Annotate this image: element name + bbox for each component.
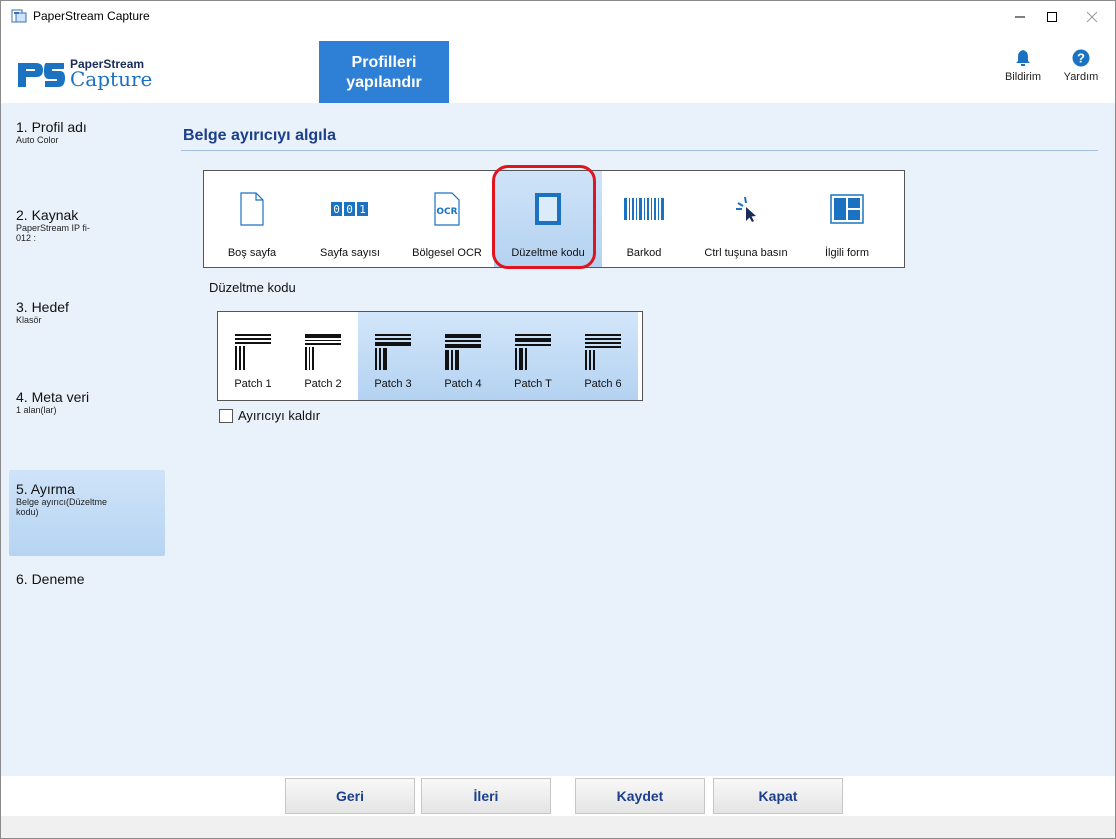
svg-text:OCR: OCR (436, 207, 457, 217)
patch-6-button[interactable]: Patch 6 (568, 312, 638, 400)
patch-label: Patch 4 (444, 378, 482, 390)
sidebar-step-test[interactable]: 6. Deneme (9, 571, 165, 587)
help-button[interactable]: ? Yardım (1055, 49, 1107, 83)
remove-separator-option[interactable]: Ayırıcıyı kaldır (219, 408, 320, 423)
patch-4-button[interactable]: Patch 4 (428, 312, 498, 400)
step-label: 1. Profil adı (16, 119, 87, 135)
separator-page-count-button[interactable]: 0 0 1 Sayfa sayısı (300, 171, 400, 267)
app-header: PaperStream Capture Profilleri yapılandı… (1, 31, 1115, 105)
patch-label: Patch 6 (584, 378, 622, 390)
patch-code-4-icon (445, 334, 481, 370)
separator-zonal-ocr-button[interactable]: OCR Bölgesel OCR (400, 171, 494, 267)
page-count-icon: 0 0 1 (331, 202, 368, 216)
step-label: 5. Ayırma (16, 481, 75, 497)
patch-label: Patch 1 (234, 378, 272, 390)
configure-profiles-button[interactable]: Profilleri yapılandır (319, 41, 449, 105)
step-sub: Belge ayırıcı(Düzeltme (16, 497, 108, 507)
patch-3-button[interactable]: Patch 3 (358, 312, 428, 400)
help-label: Yardım (1063, 71, 1099, 83)
separator-ctrl-key-button[interactable]: Ctrl tuşuna basın (686, 171, 806, 267)
patch-label: Patch 2 (304, 378, 342, 390)
minimize-icon (1015, 16, 1025, 18)
patch-2-button[interactable]: Patch 2 (288, 312, 358, 400)
separator-type-label: Sayfa sayısı (320, 247, 380, 259)
sidebar-step-source[interactable]: 2. Kaynak PaperStream IP fi- 012 : (9, 207, 165, 243)
svg-text:0: 0 (346, 203, 353, 216)
patch-code-6-icon (585, 334, 621, 370)
blank-page-icon (240, 192, 264, 226)
selection-highlight-ring (492, 165, 596, 269)
paperstream-logo: PaperStream Capture (16, 57, 171, 91)
separator-type-label: Ctrl tuşuna basın (704, 247, 788, 259)
sidebar-step-separation[interactable]: 5. Ayırma Belge ayırıcı(Düzeltme kodu) (9, 470, 165, 556)
sidebar-step-metadata[interactable]: 4. Meta veri 1 alan(lar) (9, 389, 165, 415)
patch-t-button[interactable]: Patch T (498, 312, 568, 400)
close-window-button[interactable] (1069, 1, 1115, 31)
patch-label: Patch 3 (374, 378, 412, 390)
step-sub: 1 alan(lar) (16, 405, 57, 415)
bottom-button-bar: Geri İleri Kaydet Kapat (1, 776, 1115, 816)
app-icon (11, 9, 27, 23)
remove-separator-checkbox[interactable] (219, 408, 233, 423)
sidebar-step-destination[interactable]: 3. Hedef Klasör (9, 299, 165, 325)
patch-code-3-icon (375, 334, 411, 370)
step-sub: Klasör (16, 315, 42, 325)
step-label: 6. Deneme (16, 571, 85, 587)
configure-profiles-line1: Profilleri (351, 54, 417, 71)
step-label: 4. Meta veri (16, 389, 90, 405)
separator-type-label: Barkod (626, 247, 662, 259)
section-title: Belge ayırıcıyı algıla (183, 127, 336, 144)
separator-barcode-button[interactable]: Barkod (602, 171, 686, 267)
patch-code-label: Düzeltme kodu (209, 280, 296, 295)
patch-code-2-icon (305, 334, 341, 370)
step-label: 2. Kaynak (16, 207, 79, 223)
step-sub-2: kodu) (16, 507, 39, 517)
patch-label: Patch T (514, 378, 552, 390)
sidebar: 1. Profil adı Auto Color 2. Kaynak Paper… (1, 103, 167, 776)
separator-type-label: Bölgesel OCR (412, 247, 482, 259)
barcode-icon (624, 198, 664, 220)
separator-type-label: Boş sayfa (227, 247, 277, 259)
patch-code-t-icon (515, 334, 551, 370)
main-content: Belge ayırıcıyı algıla Boş sayfa 0 0 1 S… (167, 103, 1115, 776)
help-icon: ? (1072, 49, 1090, 67)
maximize-icon (1047, 12, 1057, 23)
patch-code-1-icon (235, 334, 271, 370)
remove-separator-label: Ayırıcıyı kaldır (238, 408, 321, 423)
configure-profiles-line2: yapılandır (346, 74, 422, 91)
next-button[interactable]: İleri (421, 778, 551, 814)
window-title: PaperStream Capture (33, 9, 150, 23)
patch-1-button[interactable]: Patch 1 (218, 312, 288, 400)
separator-related-form-button[interactable]: İlgili form (806, 171, 888, 267)
title-bar: PaperStream Capture (1, 1, 1115, 31)
ocr-icon: OCR (434, 192, 460, 226)
svg-text:?: ? (1077, 51, 1085, 66)
step-sub: PaperStream IP fi- (16, 223, 90, 233)
cursor-click-icon (736, 196, 756, 222)
close-button[interactable]: Kapat (713, 778, 843, 814)
notification-button[interactable]: Bildirim (997, 49, 1049, 83)
separator-blank-page-button[interactable]: Boş sayfa (204, 171, 300, 267)
back-button[interactable]: Geri (285, 778, 415, 814)
step-sub-2: 012 : (16, 233, 37, 243)
ps-logo-icon (18, 63, 65, 87)
bell-icon (1016, 50, 1030, 66)
svg-text:1: 1 (359, 203, 366, 216)
close-icon (1086, 11, 1098, 23)
save-button[interactable]: Kaydet (575, 778, 705, 814)
patch-code-selector: Patch 1 Patch 2 Patch 3 Patch 4 Patch T … (217, 311, 643, 401)
separator-type-label: İlgili form (824, 247, 869, 259)
step-label: 3. Hedef (16, 299, 69, 315)
status-bar (1, 816, 1115, 838)
notification-label: Bildirim (1004, 71, 1042, 83)
sidebar-step-profile-name[interactable]: 1. Profil adı Auto Color (9, 119, 165, 145)
form-icon (830, 194, 864, 224)
logo-text-bottom: Capture (70, 67, 153, 91)
step-sub: Auto Color (16, 135, 59, 145)
section-divider (181, 150, 1098, 151)
svg-text:0: 0 (333, 203, 340, 216)
app-window: PaperStream Capture PaperStream Capture … (0, 0, 1116, 839)
